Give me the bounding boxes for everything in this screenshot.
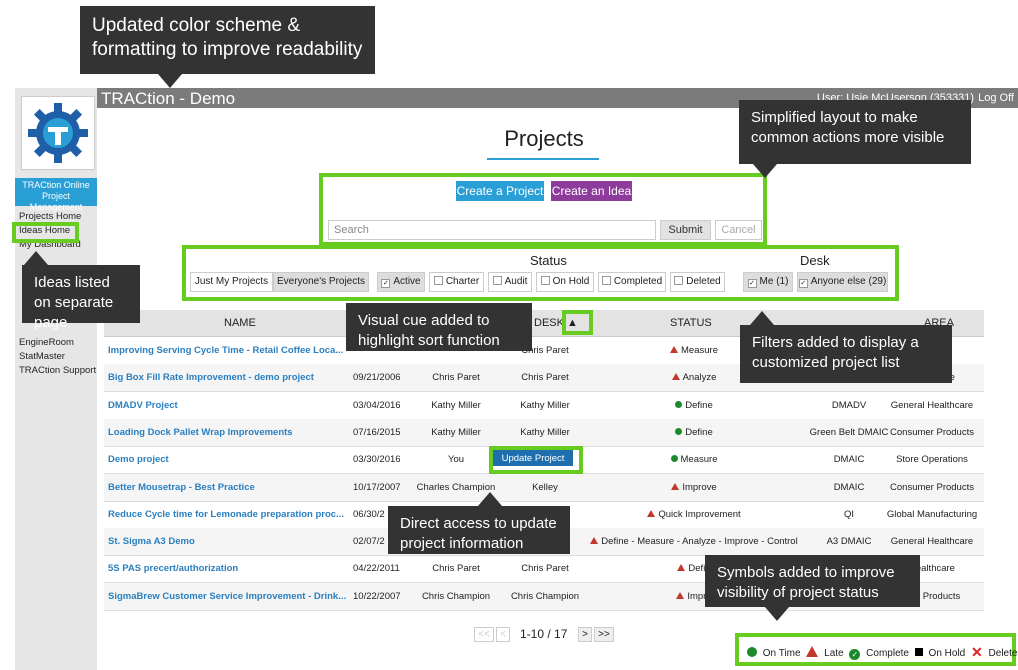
status-text: Define	[685, 426, 713, 438]
sidebar-header: TRACtion Online Project Management	[15, 178, 97, 212]
status-text: Measure	[680, 454, 718, 466]
project-name-link[interactable]: Loading Dock Pallet Wrap Improvements	[108, 427, 293, 438]
status-text: Quick Improvement	[658, 508, 741, 520]
project-status: Define - Measure - Analyze - Improve - C…	[584, 536, 804, 547]
project-area: Consumer Products	[890, 426, 974, 438]
column-header-name[interactable]: NAME	[224, 317, 256, 329]
late-icon	[671, 373, 680, 381]
on-time-icon	[675, 427, 683, 435]
sidebar: TRACtion Online Project Management Proje…	[15, 88, 97, 670]
project-area: Store Operations	[896, 454, 968, 466]
annotation-direct-access: Direct access to update project informat…	[388, 492, 570, 554]
project-date: 03/04/2016	[353, 399, 401, 411]
project-date: 10/22/2007	[353, 590, 401, 602]
next-page-button[interactable]: >	[578, 627, 592, 642]
sidebar-item-engineroom[interactable]: EngineRoom	[19, 336, 96, 350]
project-date: 07/16/2015	[353, 426, 401, 438]
annotation-sort-cue: Visual cue added to highlight sort funct…	[346, 303, 532, 351]
project-name-link[interactable]: St. Sigma A3 Demo	[108, 536, 195, 547]
column-header-status[interactable]: STATUS	[670, 317, 712, 329]
app-title: TRACtion - Demo	[101, 89, 236, 108]
annotation-symbols: Symbols added to improve visibility of p…	[705, 555, 920, 621]
status-text: Define	[685, 399, 713, 411]
late-icon	[647, 509, 656, 517]
on-hold-icon	[914, 648, 923, 656]
on-time-icon	[670, 455, 678, 463]
on-time-icon	[747, 647, 757, 657]
late-icon	[676, 591, 685, 599]
project-name-link[interactable]: DMADV Project	[108, 400, 178, 411]
annotation-filters: Filters added to display a customized pr…	[740, 311, 952, 383]
project-status: Define	[584, 400, 804, 411]
late-icon	[671, 482, 680, 490]
project-name-link[interactable]: SigmaBrew Customer Service Improvement -…	[108, 591, 346, 602]
project-date: 06/30/2	[353, 508, 385, 520]
sidebar-item-traction-support[interactable]: TRACtion Support	[19, 364, 96, 378]
project-area: General Healthcare	[890, 536, 974, 548]
late-icon	[677, 564, 686, 572]
callout-tail	[765, 607, 789, 621]
highlight-update-box	[489, 446, 583, 474]
late-icon	[590, 537, 599, 545]
status-text: Improve	[682, 481, 717, 493]
project-area: Consumer Products	[890, 481, 974, 493]
logoff-link[interactable]: Log Off	[978, 92, 1014, 104]
callout-tail	[24, 251, 48, 265]
status-text: Measure	[681, 345, 718, 356]
first-page-button[interactable]: <<	[474, 627, 494, 642]
highlight-ideas-home-box	[12, 222, 79, 243]
project-date: 03/30/2016	[353, 454, 401, 466]
complete-icon: ✓	[849, 649, 861, 660]
table-row[interactable]: Loading Dock Pallet Wrap Improvements 07/…	[104, 418, 984, 447]
last-page-button[interactable]: >>	[594, 627, 614, 642]
highlight-actions-box	[319, 173, 767, 246]
project-name-link[interactable]: Reduce Cycle time for Lemonade preparati…	[108, 509, 344, 520]
annotation-simplified-layout: Simplified layout to make common actions…	[739, 100, 971, 178]
callout-tail	[750, 311, 774, 325]
prev-page-button[interactable]: <	[496, 627, 510, 642]
title-underline	[487, 158, 599, 160]
project-status: Define	[584, 427, 804, 438]
sidebar-item-statmaster[interactable]: StatMaster	[19, 350, 96, 364]
project-owner: You	[447, 454, 465, 466]
highlight-filters-box	[182, 245, 899, 301]
late-icon	[806, 646, 819, 657]
project-area: Global Manufacturing	[886, 508, 978, 520]
table-row[interactable]: DMADV Project 03/04/2016 Kathy Miller Kathy…	[104, 392, 984, 420]
highlight-sort-box	[562, 310, 593, 335]
status-text: Analyze	[682, 372, 717, 384]
project-name-link[interactable]: 5S PAS precert/authorization	[108, 563, 238, 574]
annotation-ideas-page: Ideas listed on separate page	[22, 251, 140, 331]
status-text: Define - Measure - Analyze - Improve - C…	[601, 536, 798, 548]
project-name-link[interactable]: Big Box Fill Rate Improvement - demo pro…	[108, 372, 314, 383]
callout-tail	[478, 492, 502, 506]
callout-tail	[158, 74, 182, 88]
project-date: 02/07/2	[353, 536, 385, 548]
project-name-link[interactable]: Improving Serving Cycle Time - Retail Co…	[108, 345, 343, 356]
project-date: 10/17/2007	[353, 481, 401, 493]
project-status: Measure	[584, 454, 804, 465]
page-range: 1-10 / 17	[520, 627, 568, 641]
deleted-icon: ✕	[971, 644, 983, 660]
project-area: General Healthcare	[890, 399, 974, 411]
project-date: 04/22/2011	[353, 563, 400, 575]
table-row[interactable]: Better Mousetrap - Best Practice 10/17/20…	[104, 473, 984, 502]
project-name-link[interactable]: Demo project	[108, 454, 169, 465]
late-icon	[670, 346, 679, 353]
project-status: Improve	[584, 482, 804, 493]
on-time-icon	[675, 400, 683, 408]
project-status: Quick Improvement	[584, 509, 804, 520]
callout-tail	[753, 164, 777, 178]
project-name-link[interactable]: Better Mousetrap - Best Practice	[108, 482, 255, 493]
project-date: 09/21/2006	[353, 372, 401, 384]
status-legend: On Time Late ✓ Complete On Hold ✕ Delete…	[735, 633, 1018, 666]
annotation-color-scheme: Updated color scheme & formatting to imp…	[80, 6, 375, 88]
